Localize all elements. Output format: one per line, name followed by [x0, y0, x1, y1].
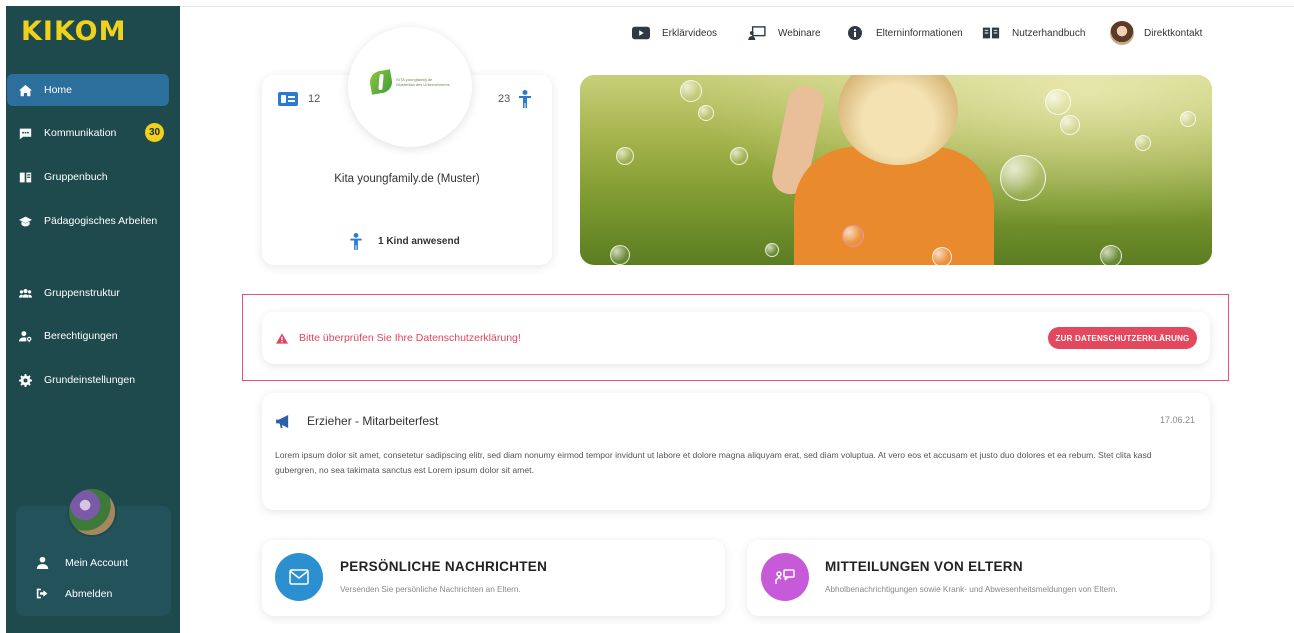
present-count: 1 Kind anwesend — [350, 233, 460, 250]
home-icon — [18, 83, 32, 97]
mein-account-label: Mein Account — [65, 556, 129, 569]
news-title: Erzieher - Mitarbeiterfest — [307, 414, 439, 428]
sidebar-item-kommunikation[interactable]: Kommunikation 30 — [7, 117, 169, 149]
topnav-label: Erklärvideos — [662, 27, 718, 39]
open-book-icon — [982, 26, 1000, 40]
sidebar-item-label: Gruppenbuch — [44, 171, 108, 183]
feature-title: PERSÖNLICHE NACHRICHTEN — [340, 559, 548, 574]
envelope-icon — [275, 553, 323, 601]
mein-account-link[interactable]: Mein Account — [36, 556, 128, 569]
sidebar-item-label: Gruppenstruktur — [44, 287, 120, 299]
contact-avatar — [1110, 21, 1134, 45]
sidebar-item-grundeinstellungen[interactable]: Grundeinstellungen — [7, 364, 169, 396]
news-date: 17.06.21 — [1160, 415, 1196, 425]
staff-count: 12 — [278, 92, 320, 106]
sidebar-item-label: Pädagogisches Arbeiten — [44, 215, 158, 227]
privacy-policy-button[interactable]: ZUR DATENSCHUTZERKLÄRUNG — [1048, 327, 1197, 349]
news-header: Erzieher - Mitarbeiterfest — [276, 414, 438, 428]
feature-card-persoenliche-nachrichten[interactable] — [262, 540, 725, 616]
topnav-label: Nutzerhandbuch — [1012, 27, 1086, 39]
book-icon — [18, 170, 32, 184]
warning-icon — [276, 332, 288, 344]
logout-icon — [36, 588, 48, 599]
feature-card-mitteilungen-von-eltern[interactable] — [747, 540, 1210, 616]
kita-logo-line-2: Musterkita des Unternehmens — [396, 82, 450, 87]
gear-icon — [18, 373, 32, 387]
leaf-logo-icon — [368, 69, 395, 95]
sidebar-item-berechtigungen[interactable]: Berechtigungen — [7, 320, 169, 352]
children-count: 23 — [498, 90, 532, 108]
topnav-webinare[interactable]: Webinare — [748, 26, 821, 40]
hero-image — [580, 75, 1212, 265]
sidebar-item-label: Kommunikation — [44, 127, 117, 139]
unread-badge: 30 — [145, 123, 164, 142]
presentation-icon — [748, 26, 766, 40]
parent-message-icon — [761, 553, 809, 601]
privacy-alert: Bitte überprüfen Sie Ihre Datenschutzerk… — [276, 332, 521, 344]
info-icon — [846, 26, 864, 40]
kita-name: Kita youngfamily.de (Muster) — [334, 173, 480, 185]
id-card-icon — [278, 92, 298, 106]
child-icon — [519, 90, 532, 108]
feature-subtitle: Abholbenachrichtigungen sowie Krank- und… — [825, 585, 1118, 594]
megaphone-icon — [276, 414, 289, 428]
user-icon — [36, 556, 49, 569]
feature-title: MITTEILUNGEN VON ELTERN — [825, 559, 1023, 574]
children-count-value: 23 — [498, 93, 511, 105]
topnav-label: Direktkontakt — [1144, 27, 1203, 39]
sidebar-item-label: Berechtigungen — [44, 330, 118, 342]
top-divider — [180, 6, 1294, 7]
topnav-erklaervideos[interactable]: Erklärvideos — [632, 26, 717, 40]
youtube-icon — [632, 26, 650, 40]
graduation-cap-icon — [18, 214, 32, 228]
users-icon — [18, 286, 32, 300]
topnav-label: Webinare — [778, 27, 821, 39]
staff-count-value: 12 — [308, 93, 321, 105]
news-body: Lorem ipsum dolor sit amet, consetetur s… — [275, 450, 1152, 475]
feature-subtitle: Versenden Sie persönliche Nachrichten an… — [340, 585, 521, 594]
topnav-direktkontakt[interactable]: Direktkontakt — [1110, 21, 1202, 45]
topnav-nutzerhandbuch[interactable]: Nutzerhandbuch — [982, 26, 1085, 40]
sidebar-item-paedagogisches-arbeiten[interactable]: Pädagogisches Arbeiten — [7, 205, 169, 237]
topnav-label: Elterninformationen — [876, 27, 963, 39]
sidebar-item-gruppenbuch[interactable]: Gruppenbuch — [7, 161, 169, 193]
sidebar-item-home[interactable]: Home — [7, 74, 169, 106]
present-label: 1 Kind anwesend — [378, 236, 460, 247]
chat-icon — [18, 126, 32, 140]
abmelden-label: Abmelden — [65, 587, 113, 600]
app-logo[interactable]: KIKOM — [21, 16, 127, 47]
sidebar-item-gruppenstruktur[interactable]: Gruppenstruktur — [7, 277, 169, 309]
child-icon — [350, 233, 362, 250]
abmelden-link[interactable]: Abmelden — [36, 587, 112, 600]
sidebar-item-label: Home — [44, 84, 73, 96]
account-avatar[interactable] — [67, 487, 117, 537]
user-key-icon — [18, 329, 32, 343]
topnav-elterninformationen[interactable]: Elterninformationen — [846, 26, 963, 40]
kita-logo: KITA youngfamily.de Musterkita des Unter… — [348, 27, 472, 147]
sidebar-item-label: Grundeinstellungen — [44, 374, 136, 386]
privacy-alert-text: Bitte überprüfen Sie Ihre Datenschutzerk… — [299, 332, 521, 344]
